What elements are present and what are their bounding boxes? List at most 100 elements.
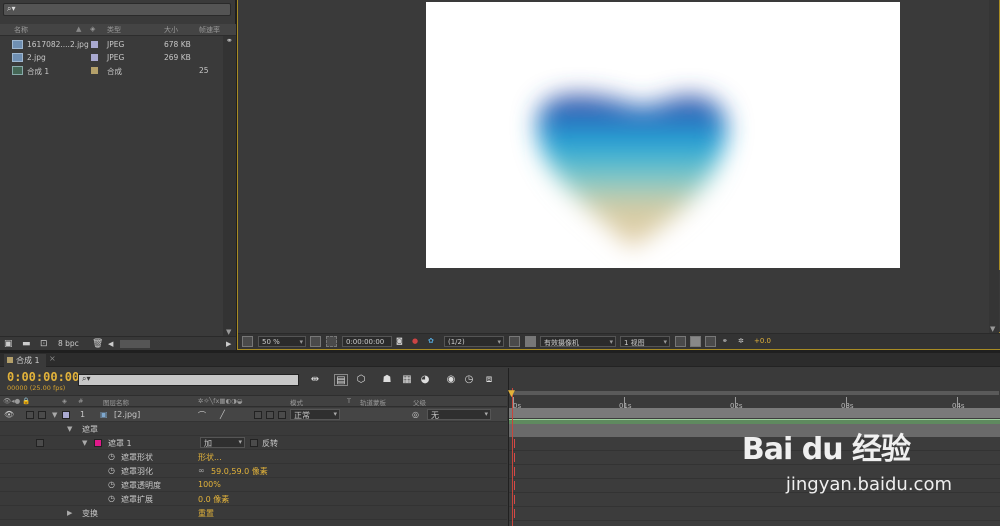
brainstorm-icon[interactable]: ◉	[444, 374, 458, 386]
interpret-footage-icon[interactable]: ▣	[4, 339, 13, 349]
hide-shy-layers-icon[interactable]: ☗	[380, 374, 394, 386]
scroll-down-icon[interactable]: ▼	[226, 328, 231, 336]
mask-mode-dropdown[interactable]: 加 ▾	[200, 437, 245, 448]
trash-icon[interactable]: 🗑	[92, 339, 103, 349]
invert-checkbox[interactable]	[250, 439, 258, 447]
motion-blur-icon[interactable]: ◕	[418, 374, 432, 386]
toggle-pixel-aspect-icon[interactable]	[675, 336, 686, 347]
motion-blur-switch[interactable]	[266, 411, 274, 419]
time-navigator[interactable]	[511, 391, 999, 395]
pickwhip-icon[interactable]: ◎	[412, 410, 419, 419]
exposure-value[interactable]: +0.0	[754, 337, 771, 345]
column-source-name[interactable]: 图层名称	[103, 397, 129, 407]
solo-switch[interactable]	[26, 411, 34, 419]
viewer-scrollbar[interactable]: ▼	[989, 0, 999, 333]
transparency-grid-icon[interactable]	[525, 336, 536, 347]
frame-blending-icon[interactable]: ▦	[400, 374, 414, 386]
label-swatch[interactable]	[91, 54, 98, 61]
exposure-reset-icon[interactable]: ✲	[738, 337, 744, 345]
label-tag-icon[interactable]: ◈	[90, 25, 95, 33]
property-row[interactable]: ◷ 遮罩透明度 100%	[0, 478, 507, 492]
fast-previews-icon[interactable]	[690, 336, 701, 347]
label-swatch[interactable]	[91, 67, 98, 74]
mask-visibility-icon[interactable]	[326, 336, 337, 347]
stopwatch-icon[interactable]: ◷	[108, 452, 115, 461]
mask-name[interactable]: 遮罩 1	[108, 438, 132, 449]
playhead-handle-icon[interactable]: ▼	[508, 389, 515, 399]
property-value[interactable]: 0.0 像素	[198, 494, 229, 505]
property-value[interactable]: 形状...	[198, 452, 222, 463]
always-preview-icon[interactable]	[242, 336, 253, 347]
expand-triangle-icon[interactable]: ▼	[82, 439, 87, 447]
constrain-link-icon[interactable]: ∞	[198, 466, 205, 475]
time-ruler[interactable]: 0s 01s 02s 03s 04s	[509, 388, 1000, 410]
project-item[interactable]: 1617082....2.jpg JPEG 678 KB	[0, 38, 222, 51]
fx-switch[interactable]	[254, 411, 262, 419]
flowchart-icon[interactable]: ⚭	[722, 337, 728, 345]
timeline-search-input[interactable]: ⌕▾	[78, 374, 299, 386]
close-tab-icon[interactable]: ×	[49, 354, 56, 363]
label-tag-icon[interactable]: ◈	[62, 397, 67, 405]
mask-row[interactable]: ▼ 遮罩 1 加 ▾ 反转	[0, 436, 507, 450]
stopwatch-icon[interactable]: ◷	[108, 480, 115, 489]
mask-group-row[interactable]: ▼ 遮罩	[0, 422, 507, 436]
property-row[interactable]: ◷ 遮罩扩展 0.0 像素	[0, 492, 507, 506]
parent-dropdown[interactable]: 无 ▾	[427, 409, 491, 420]
scroll-left-icon[interactable]: ◀	[108, 340, 113, 348]
graph-editor-icon[interactable]: ⧈	[482, 374, 496, 386]
project-scrollbar[interactable]: ⚭ ▼	[223, 36, 236, 336]
flowchart-icon[interactable]: ⚭	[226, 36, 233, 45]
property-row[interactable]: ◷ 遮罩羽化 ∞ 59.0,59.0 像素	[0, 464, 507, 478]
column-track-matte[interactable]: 轨道蒙板	[360, 397, 386, 407]
label-swatch[interactable]	[91, 41, 98, 48]
expand-triangle-icon[interactable]: ▶	[67, 509, 72, 517]
label-swatch[interactable]	[62, 411, 70, 419]
project-item[interactable]: 合成 1 合成 25	[0, 64, 222, 77]
bit-depth[interactable]: 8 bpc	[58, 339, 79, 348]
auto-keyframe-icon[interactable]: ◷	[462, 374, 476, 386]
column-mode[interactable]: 模式	[290, 397, 303, 407]
channel-icon[interactable]: ✿	[428, 337, 434, 345]
project-search-input[interactable]: ⌕▾	[3, 3, 231, 16]
column-name[interactable]: 名称	[14, 25, 28, 35]
timeline-icon[interactable]	[705, 336, 716, 347]
tab-composition[interactable]: 合成 1	[4, 354, 46, 367]
current-time-field[interactable]: 0:00:00:00	[342, 336, 392, 347]
composition-canvas[interactable]	[426, 2, 900, 268]
view-layout-dropdown[interactable]: 1 视图 ▾	[620, 336, 670, 347]
column-parent[interactable]: 父级	[413, 397, 426, 407]
layer-row[interactable]: 👁 ▼ 1 ▣ [2.jpg] ⌒ ╱ 正常 ▾ ◎ 无 ▾	[0, 408, 507, 422]
layer-name[interactable]: [2.jpg]	[114, 410, 140, 419]
property-value[interactable]: 59.0,59.0 像素	[211, 466, 268, 477]
safe-margins-icon[interactable]	[310, 336, 321, 347]
expand-triangle-icon[interactable]: ▼	[52, 411, 57, 419]
column-fps[interactable]: 帧速率	[199, 25, 220, 35]
region-of-interest-icon[interactable]	[509, 336, 520, 347]
expand-triangle-icon[interactable]: ▼	[67, 425, 72, 433]
draft-3d-icon[interactable]: ⬡	[354, 374, 368, 386]
eye-icon[interactable]: 👁	[4, 410, 14, 419]
scroll-right-icon[interactable]: ▶	[226, 340, 231, 348]
column-type[interactable]: 类型	[107, 25, 121, 35]
shy-switch-icon[interactable]: ⌒	[198, 410, 206, 421]
snapshot-icon[interactable]: ◙	[396, 337, 403, 345]
mask-visibility-switch[interactable]	[36, 439, 44, 447]
new-folder-icon[interactable]: ▬	[22, 339, 31, 349]
work-area-bar[interactable]	[509, 408, 1000, 418]
transform-row[interactable]: ▶ 变换 重置	[0, 506, 507, 520]
camera-dropdown[interactable]: 有效摄像机 ▾	[540, 336, 616, 347]
stopwatch-icon[interactable]: ◷	[108, 494, 115, 503]
project-item[interactable]: 2.jpg JPEG 269 KB	[0, 51, 222, 64]
stopwatch-icon[interactable]: ◷	[108, 466, 115, 475]
scroll-down-icon[interactable]: ▼	[990, 325, 995, 333]
live-update-icon[interactable]: ▤	[334, 374, 348, 386]
property-row[interactable]: ◷ 遮罩形状 形状...	[0, 450, 507, 464]
resolution-dropdown[interactable]: (1/2) ▾	[444, 336, 504, 347]
zoom-dropdown[interactable]: 50 % ▾	[258, 336, 306, 347]
mode-dropdown[interactable]: 正常 ▾	[290, 409, 340, 420]
lock-switch[interactable]	[38, 411, 46, 419]
composition-mini-flowchart-icon[interactable]: ⇹	[308, 374, 322, 386]
show-snapshot-icon[interactable]: ●	[412, 337, 418, 345]
transform-reset[interactable]: 重置	[198, 508, 214, 519]
av-features-icons[interactable]: 👁◂● 🔒	[3, 397, 30, 405]
